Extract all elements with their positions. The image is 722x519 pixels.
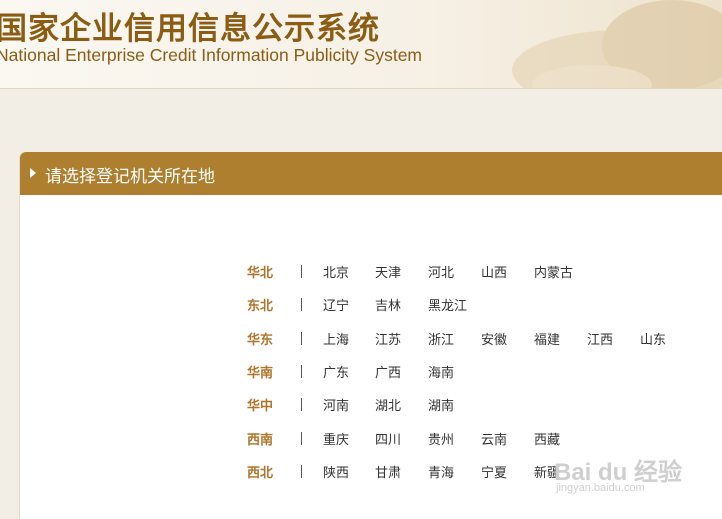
- region-name: 东北: [247, 299, 274, 314]
- province-link[interactable]: 内蒙古: [534, 262, 573, 281]
- province-link[interactable]: 上海: [323, 329, 349, 348]
- province-link[interactable]: 江苏: [375, 329, 401, 348]
- region-row: 西南 重庆 四川 贵州 云南 西藏: [247, 429, 717, 449]
- region-separator: [301, 332, 302, 345]
- province-link[interactable]: 甘肃: [375, 462, 401, 481]
- province-link[interactable]: 重庆: [323, 429, 349, 448]
- region-name: 华南: [247, 366, 274, 381]
- region-separator: [301, 265, 302, 278]
- region-separator: [301, 465, 302, 478]
- province-link[interactable]: 吉林: [375, 295, 401, 314]
- province-link[interactable]: 河南: [323, 395, 349, 414]
- region-row: 华中 河南 湖北 湖南: [247, 395, 717, 415]
- province-link[interactable]: 四川: [375, 429, 401, 448]
- region-row: 华北 北京 天津 河北 山西 内蒙古: [247, 262, 717, 282]
- region-name: 华中: [247, 399, 274, 414]
- site-header: 国家企业信用信息公示系统 National Enterprise Credit …: [0, 0, 722, 89]
- header-decoration: [512, 0, 722, 88]
- region-row: 西北 陕西 甘肃 青海 宁夏 新疆: [247, 462, 717, 482]
- province-link[interactable]: 贵州: [428, 429, 454, 448]
- region-separator: [301, 365, 302, 378]
- province-link[interactable]: 西藏: [534, 429, 560, 448]
- region-name: 西北: [247, 466, 274, 481]
- province-link[interactable]: 河北: [428, 262, 454, 281]
- region-list: 华北 北京 天津 河北 山西 内蒙古东北 辽宁 吉林 黑龙江华东 上海 江苏 浙江 安徽 福建 江西 山东华南…: [20, 152, 722, 519]
- province-link[interactable]: 青海: [428, 462, 454, 481]
- region-separator: [301, 432, 302, 445]
- province-link[interactable]: 新疆: [534, 462, 560, 481]
- province-link[interactable]: 天津: [375, 262, 401, 281]
- province-link[interactable]: 山西: [481, 262, 507, 281]
- region-row: 东北 辽宁 吉林 黑龙江: [247, 295, 717, 315]
- province-link[interactable]: 北京: [323, 262, 349, 281]
- province-link[interactable]: 海南: [428, 362, 454, 381]
- province-link[interactable]: 福建: [534, 329, 560, 348]
- province-link[interactable]: 云南: [481, 429, 507, 448]
- province-link[interactable]: 辽宁: [323, 295, 349, 314]
- region-separator: [301, 298, 302, 311]
- region-select-panel: 请选择登记机关所在地 华北 北京 天津 河北 山西 内蒙古 东北 辽宁 吉林 黑龙江 华东 上海 江苏浙…: [19, 152, 722, 519]
- region-separator: [301, 398, 302, 411]
- province-link[interactable]: 宁夏: [481, 462, 507, 481]
- region-row: 华东 上海 江苏 浙江 安徽 福建 江西 山东: [247, 329, 717, 349]
- province-link[interactable]: 广西: [375, 362, 401, 381]
- province-link[interactable]: 安徽: [481, 329, 507, 348]
- region-name: 华北: [247, 266, 274, 281]
- province-link[interactable]: 江西: [587, 329, 613, 348]
- province-link[interactable]: 浙江: [428, 329, 454, 348]
- province-link[interactable]: 黑龙江: [428, 295, 467, 314]
- region-row: 华南 广东 广西 海南: [247, 362, 717, 382]
- region-name: 华东: [247, 333, 274, 348]
- province-link[interactable]: 陕西: [323, 462, 349, 481]
- site-title-chinese: 国家企业信用信息公示系统: [0, 11, 380, 47]
- province-link[interactable]: 湖南: [428, 395, 454, 414]
- province-link[interactable]: 湖北: [375, 395, 401, 414]
- province-link[interactable]: 山东: [640, 329, 666, 348]
- site-title-english: National Enterprise Credit Information P…: [0, 45, 423, 65]
- province-link[interactable]: 广东: [323, 362, 349, 381]
- region-name: 西南: [247, 433, 274, 448]
